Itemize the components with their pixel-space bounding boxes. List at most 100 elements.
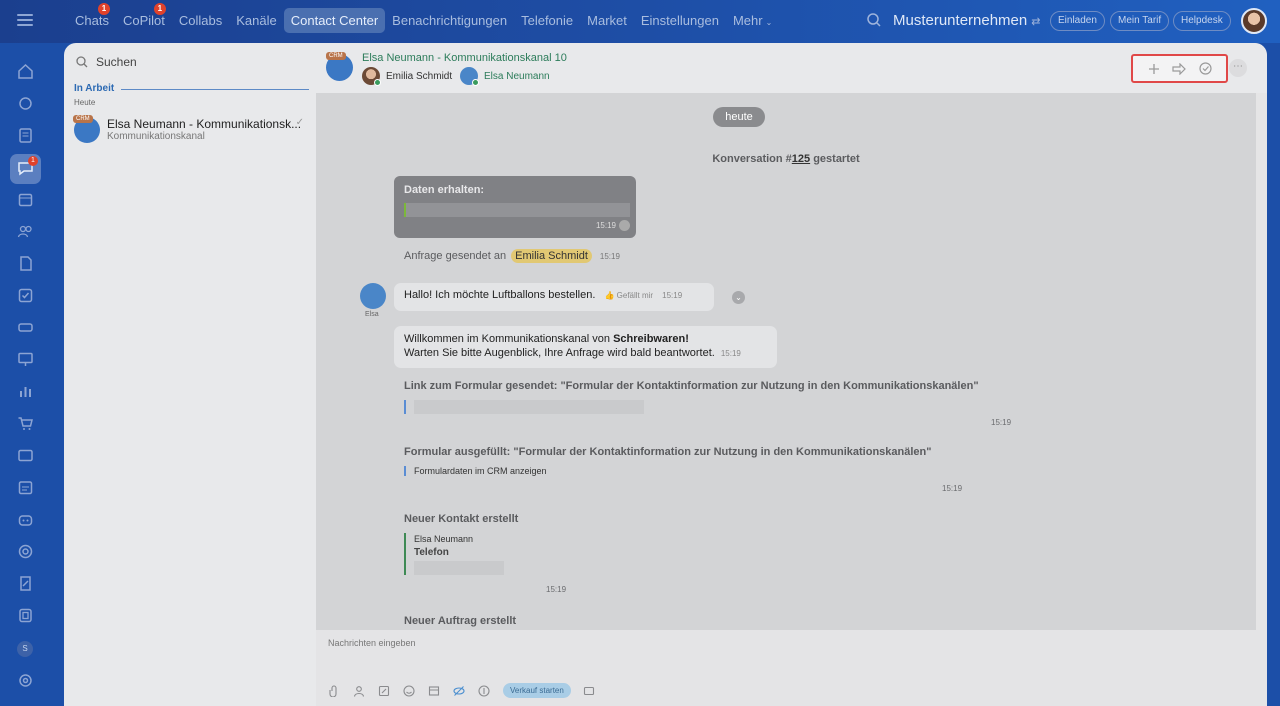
form-filled: Formular ausgefüllt: "Formular der Konta… <box>404 446 932 458</box>
finish-icon[interactable] <box>1197 61 1213 77</box>
chevron-down-icon[interactable]: ⌄ <box>732 291 745 304</box>
search-icon[interactable] <box>866 12 882 28</box>
calendar-icon[interactable] <box>17 191 34 208</box>
conversation-list: Suchen In Arbeit Heute CRM Elsa Neumann … <box>64 43 316 706</box>
board-icon[interactable] <box>17 351 34 368</box>
gear-icon[interactable] <box>17 672 34 689</box>
section-subtitle: Heute <box>74 98 96 107</box>
drive-icon[interactable] <box>17 319 34 336</box>
hidden-icon[interactable] <box>453 685 465 697</box>
contact-created: Neuer Kontakt erstellt <box>404 513 519 525</box>
chevron-down-icon: ⌄ <box>765 18 773 27</box>
target-icon[interactable] <box>17 543 34 560</box>
template-icon[interactable] <box>428 685 440 697</box>
message-input[interactable]: Nachrichten eingeben <box>328 638 416 648</box>
nav-badge: 1 <box>97 3 110 15</box>
smile-icon[interactable] <box>403 684 415 697</box>
crm-badge: CRM <box>73 115 93 123</box>
invite-button[interactable]: Einladen <box>1050 11 1105 31</box>
start-sale-button[interactable]: Verkauf starten <box>503 683 571 698</box>
helpdesk-button[interactable]: Helpdesk <box>1173 11 1231 31</box>
forward-icon[interactable] <box>1171 61 1187 77</box>
conversation-number[interactable]: 125 <box>792 153 810 165</box>
nav-mehr[interactable]: Mehr ⌄ <box>726 8 779 33</box>
sign-icon[interactable] <box>17 575 34 592</box>
client-name: Elsa Neumann <box>484 70 550 82</box>
data-card-title: Daten erhalten: <box>404 184 485 196</box>
rail-badge: 1 <box>28 156 38 166</box>
search-icon <box>76 56 88 68</box>
user-icon[interactable] <box>353 685 365 697</box>
message-time: 15:19 <box>942 484 963 493</box>
menu-icon[interactable] <box>17 14 33 26</box>
payment-icon[interactable] <box>478 684 490 697</box>
conversation-started: Konversation #125 gestartet <box>712 153 860 165</box>
top-bar: Chats 1 CoPilot 1 Collabs Kanäle Contact C… <box>0 0 1280 43</box>
attach-icon[interactable] <box>328 684 340 697</box>
operator-avatar <box>362 67 381 86</box>
user-avatar[interactable] <box>1241 8 1267 34</box>
scrollbar[interactable] <box>1256 93 1267 630</box>
header-actions <box>1131 54 1228 83</box>
customer-message: Hallo! Ich möchte Luftballons bestellen.… <box>394 283 714 311</box>
company-name[interactable]: Musterunternehmen ⇄ <box>893 12 1040 29</box>
nav-benachrichtigungen[interactable]: Benachrichtigungen <box>385 8 514 33</box>
document-icon[interactable] <box>17 255 34 272</box>
chat-header: CRM Elsa Neumann - Kommunikationskanal 1… <box>316 43 1267 93</box>
like-button[interactable]: 👍 Gefällt mir <box>604 291 653 300</box>
add-icon[interactable] <box>1146 61 1162 77</box>
user-initial-badge[interactable]: S <box>17 641 33 657</box>
list-item[interactable]: CRM Elsa Neumann - Kommunikationsk... Ko… <box>73 115 310 145</box>
feed-icon[interactable] <box>17 127 34 144</box>
operator-name: Emilia Schmidt <box>386 70 453 82</box>
nav-chats[interactable]: Chats 1 <box>68 3 116 33</box>
message-composer[interactable]: Nachrichten eingeben Verkauf starten <box>316 630 1267 706</box>
chat-title[interactable]: Elsa Neumann - Kommunikationskanal 10 <box>362 52 567 64</box>
message-time: 15:19 <box>991 418 1012 427</box>
customer-name: Elsa <box>365 311 379 318</box>
chat-subtitle: Kommunikationskanal <box>107 131 205 142</box>
chat-window-icon[interactable] <box>583 685 595 697</box>
home-icon[interactable] <box>17 63 34 80</box>
operator[interactable]: Emilia Schmidt <box>362 67 453 86</box>
chat-area: CRM Elsa Neumann - Kommunikationskanal 1… <box>316 43 1267 706</box>
more-icon[interactable]: ⋯ <box>1229 59 1247 77</box>
client[interactable]: Elsa Neumann <box>460 67 550 86</box>
welcome-message: Willkommen im Kommunikationskanal von Sc… <box>394 326 777 368</box>
message-list: heute Konversation #125 gestartet Daten … <box>316 93 1256 630</box>
edit-icon[interactable] <box>378 685 390 697</box>
form-link[interactable] <box>404 400 644 414</box>
nav-einstellungen[interactable]: Einstellungen <box>634 8 726 33</box>
task-icon[interactable] <box>17 287 34 304</box>
hidden-data <box>404 203 630 217</box>
swap-icon: ⇄ <box>1031 16 1041 28</box>
form-data-link[interactable]: Formulardaten im CRM anzeigen <box>404 466 547 476</box>
nav-market[interactable]: Market <box>580 8 634 33</box>
nav-kanaele[interactable]: Kanäle <box>229 8 283 33</box>
puzzle-icon[interactable] <box>17 95 34 112</box>
search-placeholder: Suchen <box>96 55 137 69</box>
main-nav: Chats 1 CoPilot 1 Collabs Kanäle Contact C… <box>68 3 779 33</box>
operator-mention[interactable]: Emilia Schmidt <box>511 249 592 263</box>
message-time: 15:19 <box>595 221 616 230</box>
section-title: In Arbeit <box>74 83 115 94</box>
left-rail: 1 S <box>0 43 52 706</box>
chat-title: Elsa Neumann - Kommunikationsk... <box>107 117 302 131</box>
nav-collabs[interactable]: Collabs <box>172 8 229 33</box>
contact-card[interactable]: Elsa Neumann Telefon <box>404 533 504 575</box>
analytics-icon[interactable] <box>17 383 34 400</box>
composer-toolbar: Verkauf starten <box>328 683 608 698</box>
card-icon[interactable] <box>17 447 34 464</box>
people-icon[interactable] <box>17 223 34 240</box>
data-marker <box>404 203 406 217</box>
bot-icon[interactable] <box>17 511 34 528</box>
store-icon[interactable] <box>17 607 34 624</box>
plan-button[interactable]: Mein Tarif <box>1110 11 1170 31</box>
nav-telefonie[interactable]: Telefonie <box>514 8 580 33</box>
date-separator: heute <box>713 107 765 127</box>
cart-icon[interactable] <box>17 415 34 432</box>
list-search[interactable]: Suchen <box>76 55 137 69</box>
nav-contact-center[interactable]: Contact Center <box>283 8 386 33</box>
nav-copilot[interactable]: CoPilot 1 <box>116 3 172 33</box>
schedule-icon[interactable] <box>17 479 34 496</box>
